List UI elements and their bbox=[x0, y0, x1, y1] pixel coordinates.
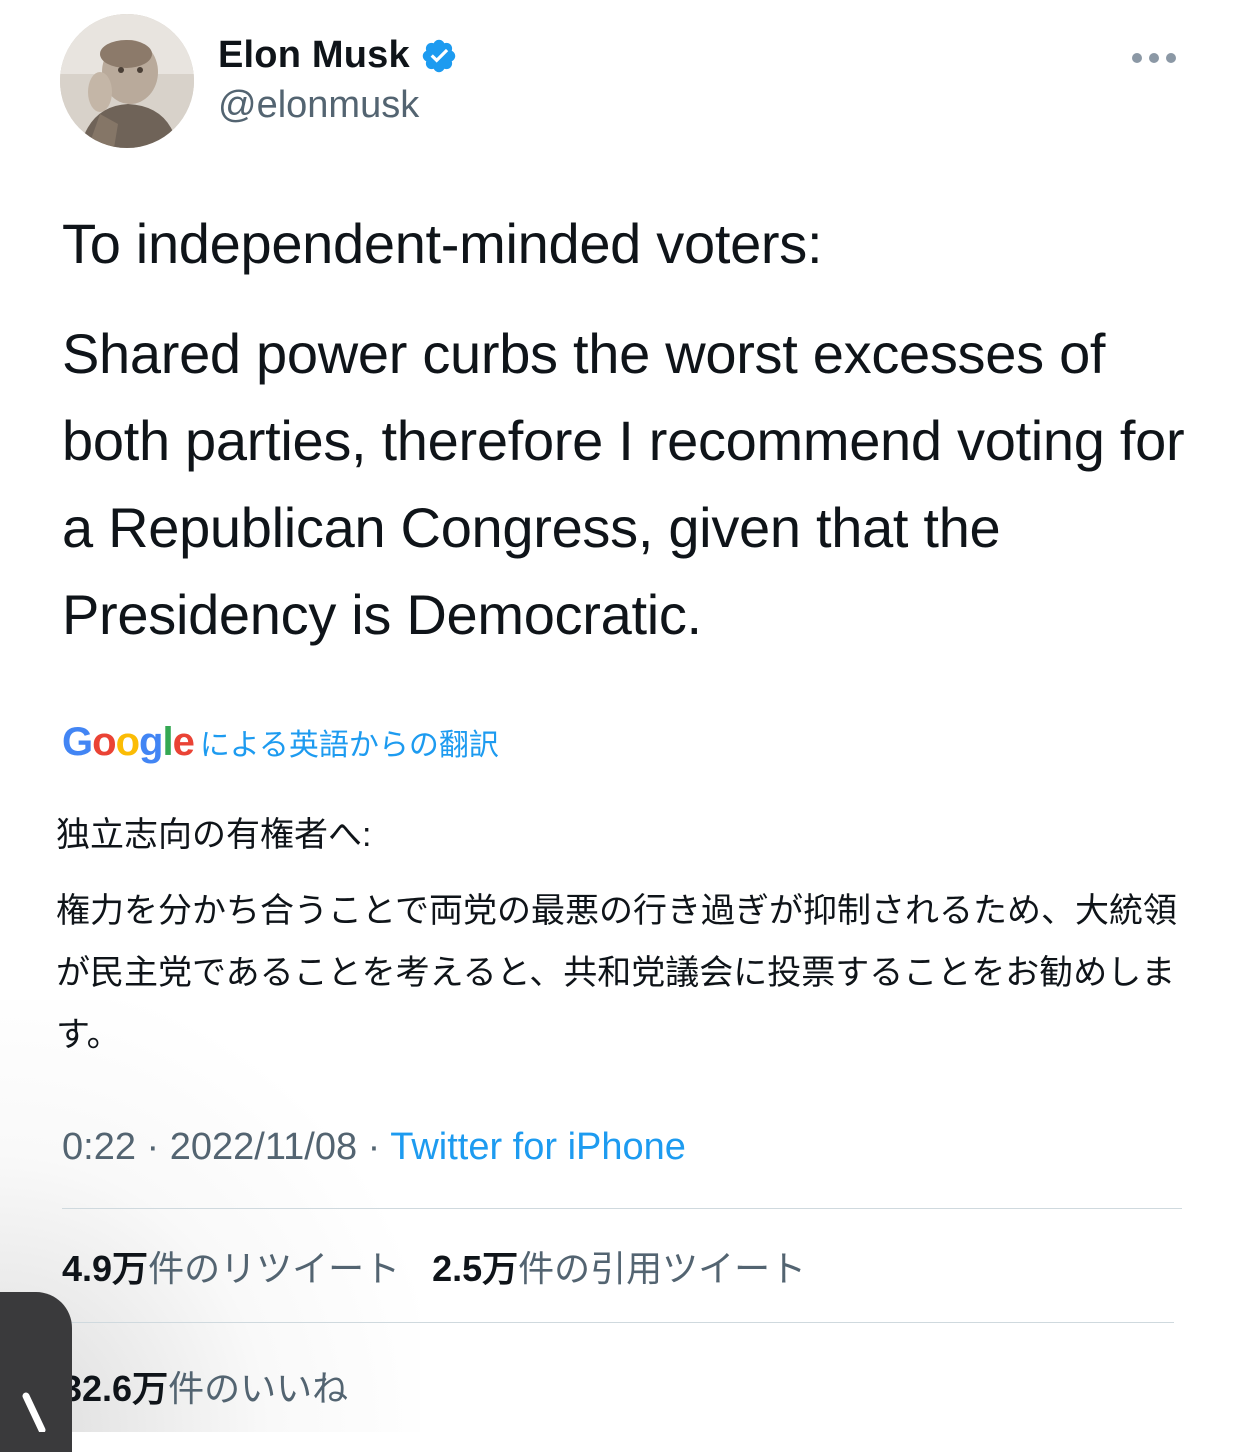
tweet-time[interactable]: 0:22 bbox=[62, 1126, 136, 1168]
quotes-unit: 万 bbox=[482, 1248, 519, 1289]
tweet-metadata: 0:22 · 2022/11/08 · Twitter for iPhone bbox=[62, 1126, 686, 1169]
more-dot bbox=[1132, 53, 1142, 63]
meta-separator: · bbox=[135, 1126, 170, 1168]
translation-attribution[interactable]: Google による英語からの翻訳 bbox=[62, 720, 499, 765]
likes-label: 件のいいね bbox=[168, 1368, 349, 1409]
verified-badge-icon bbox=[422, 39, 456, 72]
quotes-label: 件の引用ツイート bbox=[518, 1248, 807, 1289]
overlay-stroke-icon bbox=[22, 1392, 46, 1432]
author-handle[interactable]: @elonmusk bbox=[218, 84, 419, 127]
retweets-count: 4.9 bbox=[62, 1248, 113, 1289]
avatar-photo bbox=[60, 14, 194, 148]
translated-text-body: 権力を分かち合うことで両党の最悪の行き過ぎが抑制されるため、大統領が民主党である… bbox=[56, 892, 1177, 1054]
retweets-stat[interactable]: 4.9万件のリツイート bbox=[62, 1240, 400, 1292]
tweet-date[interactable]: 2022/11/08 bbox=[170, 1126, 357, 1168]
likes-stat[interactable]: 32.6 万件のいいね bbox=[62, 1360, 348, 1412]
likes-count: 32.6 bbox=[62, 1368, 133, 1409]
quotes-count: 2.5 bbox=[432, 1248, 483, 1289]
author-name-row[interactable]: Elon Musk bbox=[218, 34, 458, 77]
google-logo: Google bbox=[62, 720, 195, 764]
meta-separator: · bbox=[357, 1126, 391, 1168]
translated-text-line1: 独立志向の有権者へ: bbox=[56, 816, 372, 854]
divider bbox=[62, 1322, 1174, 1323]
retweets-label: 件のリツイート bbox=[148, 1248, 401, 1289]
tweet-source-link[interactable]: Twitter for iPhone bbox=[390, 1126, 686, 1168]
tweet-text-body: Shared power curbs the worst excesses of… bbox=[62, 322, 1185, 646]
more-dot bbox=[1149, 53, 1159, 63]
translation-label[interactable]: による英語からの翻訳 bbox=[200, 720, 499, 764]
divider bbox=[62, 1208, 1182, 1209]
more-dot bbox=[1166, 53, 1176, 63]
more-options-icon[interactable] bbox=[1132, 48, 1176, 68]
likes-unit: 万 bbox=[132, 1368, 169, 1409]
quotes-stat[interactable]: 2.5万件の引用ツイート bbox=[432, 1240, 806, 1292]
engagement-stats: 4.9万件のリツイート 2.5万件の引用ツイート bbox=[62, 1240, 806, 1292]
author-name[interactable]: Elon Musk bbox=[218, 34, 410, 77]
retweets-unit: 万 bbox=[112, 1248, 149, 1289]
avatar[interactable] bbox=[60, 14, 194, 148]
tweet-text-line1: To independent-minded voters: bbox=[62, 212, 823, 275]
